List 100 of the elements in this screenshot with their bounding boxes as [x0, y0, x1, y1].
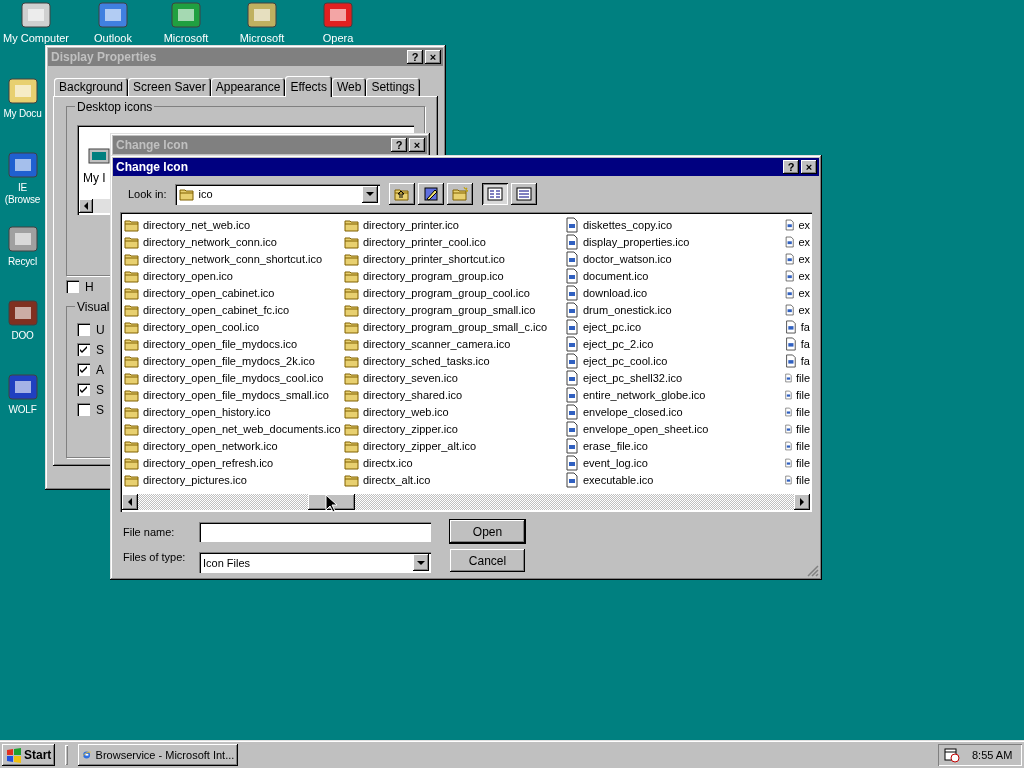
- file-item[interactable]: fa: [784, 335, 810, 352]
- file-item[interactable]: file: [784, 454, 810, 471]
- file-item[interactable]: ex: [784, 216, 810, 233]
- horizontal-scrollbar[interactable]: [122, 494, 810, 510]
- file-item[interactable]: directory_open_refresh.ico: [124, 454, 344, 471]
- tab[interactable]: Settings: [366, 78, 420, 96]
- file-item[interactable]: directory_printer.ico: [344, 216, 564, 233]
- file-item[interactable]: directory_open_file_mydocs_small.ico: [124, 386, 344, 403]
- file-item[interactable]: directory_program_group_cool.ico: [344, 284, 564, 301]
- file-item[interactable]: entire_network_globe.ico: [564, 386, 784, 403]
- file-item[interactable]: directory_open_file_mydocs.ico: [124, 335, 344, 352]
- file-name-field[interactable]: [199, 522, 431, 542]
- file-item[interactable]: envelope_closed.ico: [564, 403, 784, 420]
- file-item[interactable]: directory_seven.ico: [344, 369, 564, 386]
- file-item[interactable]: fa: [784, 352, 810, 369]
- file-item[interactable]: file: [784, 471, 810, 488]
- file-item[interactable]: directory_network_conn_shortcut.ico: [124, 250, 344, 267]
- file-item[interactable]: directory_zipper_alt.ico: [344, 437, 564, 454]
- file-item[interactable]: file: [784, 403, 810, 420]
- tab[interactable]: Appearance: [210, 78, 286, 96]
- file-item[interactable]: directory_open_history.ico: [124, 403, 344, 420]
- file-item[interactable]: doctor_watson.ico: [564, 250, 784, 267]
- scroll-left-icon[interactable]: [79, 199, 93, 213]
- checkbox[interactable]: [77, 403, 90, 416]
- file-type-dropdown[interactable]: Icon Files: [199, 552, 431, 573]
- file-item[interactable]: file: [784, 369, 810, 386]
- file-item[interactable]: directory_web.ico: [344, 403, 564, 420]
- file-item[interactable]: directory_open_network.ico: [124, 437, 344, 454]
- file-item[interactable]: directory_zipper.ico: [344, 420, 564, 437]
- details-view-button[interactable]: [510, 183, 537, 205]
- help-button[interactable]: ?: [407, 50, 423, 64]
- file-item[interactable]: file: [784, 386, 810, 403]
- file-item[interactable]: directory_sched_tasks.ico: [344, 352, 564, 369]
- tab[interactable]: Effects: [285, 76, 332, 97]
- file-item[interactable]: eject_pc_cool.ico: [564, 352, 784, 369]
- file-item[interactable]: document.ico: [564, 267, 784, 284]
- tab[interactable]: Web: [331, 78, 367, 96]
- file-item[interactable]: ex: [784, 301, 810, 318]
- close-button[interactable]: ×: [801, 160, 817, 174]
- scheduler-icon[interactable]: [944, 746, 960, 763]
- file-item[interactable]: directory_open_cabinet_fc.ico: [124, 301, 344, 318]
- file-item[interactable]: eject_pc_2.ico: [564, 335, 784, 352]
- help-button[interactable]: ?: [783, 160, 799, 174]
- file-item[interactable]: directory_program_group_small.ico: [344, 301, 564, 318]
- file-item[interactable]: directory_open_file_mydocs_2k.ico: [124, 352, 344, 369]
- scroll-right-icon[interactable]: [794, 494, 810, 510]
- checkbox[interactable]: [77, 343, 90, 356]
- file-item[interactable]: event_log.ico: [564, 454, 784, 471]
- file-item[interactable]: directory_open.ico: [124, 267, 344, 284]
- file-item[interactable]: file: [784, 437, 810, 454]
- file-item[interactable]: directory_printer_shortcut.ico: [344, 250, 564, 267]
- taskbar-button[interactable]: Browservice - Microsoft Int...: [78, 743, 239, 766]
- close-button[interactable]: ×: [425, 50, 441, 64]
- file-item[interactable]: directx.ico: [344, 454, 564, 471]
- file-item[interactable]: directory_open_cabinet.ico: [124, 284, 344, 301]
- file-item[interactable]: ex: [784, 250, 810, 267]
- file-item[interactable]: directory_open_cool.ico: [124, 318, 344, 335]
- file-item[interactable]: eject_pc.ico: [564, 318, 784, 335]
- start-button[interactable]: Start: [2, 743, 56, 766]
- file-item[interactable]: drum_onestick.ico: [564, 301, 784, 318]
- desktop-button[interactable]: [417, 183, 444, 205]
- checkbox[interactable]: [66, 280, 79, 293]
- file-item[interactable]: directory_program_group.ico: [344, 267, 564, 284]
- file-item[interactable]: directory_network_conn.ico: [124, 233, 344, 250]
- file-item[interactable]: ex: [784, 233, 810, 250]
- file-item[interactable]: directory_pictures.ico: [124, 471, 344, 488]
- file-item[interactable]: ex: [784, 267, 810, 284]
- resize-grip-icon[interactable]: [807, 565, 819, 577]
- file-item[interactable]: envelope_open_sheet.ico: [564, 420, 784, 437]
- file-item[interactable]: erase_file.ico: [564, 437, 784, 454]
- file-item[interactable]: directory_printer_cool.ico: [344, 233, 564, 250]
- file-item[interactable]: directx_alt.ico: [344, 471, 564, 488]
- up-folder-button[interactable]: [388, 183, 415, 205]
- close-button[interactable]: ×: [409, 138, 425, 152]
- open-button[interactable]: Open: [450, 520, 525, 543]
- file-item[interactable]: display_properties.ico: [564, 233, 784, 250]
- file-item[interactable]: fa: [784, 318, 810, 335]
- cancel-button[interactable]: Cancel: [450, 549, 525, 572]
- scroll-left-icon[interactable]: [122, 494, 138, 510]
- file-item[interactable]: diskettes_copy.ico: [564, 216, 784, 233]
- checkbox[interactable]: [77, 323, 90, 336]
- file-item[interactable]: file: [784, 420, 810, 437]
- list-view-button[interactable]: [481, 183, 508, 205]
- new-folder-button[interactable]: [446, 183, 473, 205]
- file-item[interactable]: executable.ico: [564, 471, 784, 488]
- file-item[interactable]: eject_pc_shell32.ico: [564, 369, 784, 386]
- help-button[interactable]: ?: [391, 138, 407, 152]
- file-item[interactable]: ex: [784, 284, 810, 301]
- look-in-dropdown[interactable]: ico: [174, 183, 380, 205]
- checkbox[interactable]: [77, 363, 90, 376]
- file-item[interactable]: directory_program_group_small_c.ico: [344, 318, 564, 335]
- file-item[interactable]: directory_scanner_camera.ico: [344, 335, 564, 352]
- file-item[interactable]: directory_open_file_mydocs_cool.ico: [124, 369, 344, 386]
- tab[interactable]: Screen Saver: [128, 78, 211, 96]
- checkbox[interactable]: [77, 383, 90, 396]
- tab[interactable]: Background: [54, 78, 129, 96]
- file-item[interactable]: directory_shared.ico: [344, 386, 564, 403]
- file-item[interactable]: directory_net_web.ico: [124, 216, 344, 233]
- file-item[interactable]: directory_open_net_web_documents.ico: [124, 420, 344, 437]
- file-item[interactable]: download.ico: [564, 284, 784, 301]
